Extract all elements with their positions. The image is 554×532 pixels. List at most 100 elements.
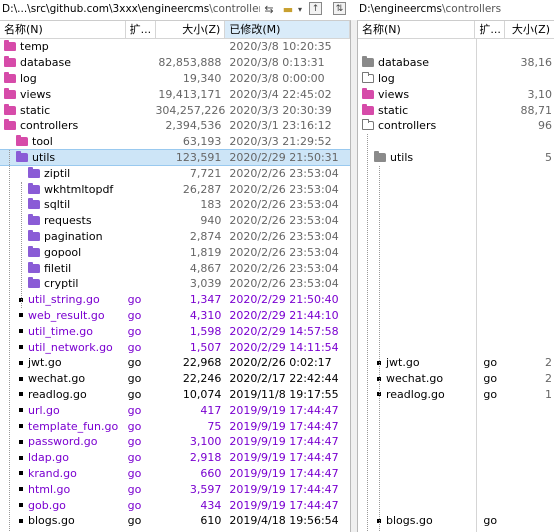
right-file-pane[interactable]: 名称(N) 扩... 大小(Z) database 38,16 log views 3,… [357,20,554,532]
name-cell: sqltil [0,198,126,211]
left-path-bar[interactable]: D:\...\src\github.com\3xxx\engineercms \c… [0,0,260,18]
file-row[interactable]: web_result.go go 4,310 2020/2/29 21:44:10 [0,308,350,324]
folder-row[interactable]: views 19,413,171 2020/3/4 22:45:02 [0,86,350,102]
right-header-ext[interactable]: 扩... [475,21,506,38]
file-icon [19,376,23,381]
name-cell: log [0,71,126,85]
file-row[interactable]: util_string.go go 1,347 2020/2/29 21:50:40 [0,292,350,308]
modified-date: 2020/2/29 21:50:31 [229,150,339,164]
folder-row[interactable]: database 82,853,888 2020/3/8 0:13:31 [0,55,350,71]
folder-icon [28,214,40,226]
file-size: 123,591 [175,150,222,164]
name-cell: cryptil [0,277,126,290]
file-extension: go [127,372,142,386]
name-cell: utils [358,150,475,164]
file-name: requests [44,214,92,228]
folder-icon [28,261,40,273]
header-size[interactable]: 大小(Z) [156,21,226,38]
folder-row[interactable]: log 19,340 2020/3/8 0:00:00 [0,71,350,87]
file-row[interactable]: html.go go 3,597 2019/9/19 17:44:47 [0,481,350,497]
file-extension: go [483,372,498,386]
file-row[interactable]: url.go go 417 2019/9/19 17:44:47 [0,402,350,418]
folder-row[interactable]: database 38,16 [358,55,554,71]
folder-row[interactable]: views 3,10 [358,86,554,102]
modified-date: 2020/2/26 23:53:04 [229,198,339,212]
dropdown-chevron-icon[interactable]: ▾ [296,2,304,16]
file-row[interactable]: wechat.go go 2 [358,371,554,387]
folder-row[interactable]: log [358,71,554,87]
modified-date: 2020/2/26 23:53:04 [229,214,339,228]
file-row[interactable]: util_time.go go 1,598 2020/2/29 14:57:58 [0,323,350,339]
folder-row[interactable]: ziptil 7,721 2020/2/26 23:53:04 [0,165,350,181]
file-row[interactable]: wechat.go go 22,246 2020/2/17 22:42:44 [0,371,350,387]
file-icon [19,424,23,429]
open-folder-icon[interactable]: ▬ [280,2,296,16]
folder-row[interactable]: tool 63,193 2020/3/3 21:29:52 [0,134,350,150]
file-row[interactable]: jwt.go go 2 [358,355,554,371]
file-row[interactable]: gob.go go 434 2019/9/19 17:44:47 [0,497,350,513]
file-size: 3,597 [189,482,222,496]
folder-row[interactable]: gopool 1,819 2020/2/26 23:53:04 [0,244,350,260]
empty-row [358,308,554,324]
name-cell: log [358,71,475,85]
sync-folders-icon[interactable]: ⇅ [333,2,346,15]
file-size: 10,074 [182,387,222,401]
file-name: static [20,103,51,117]
empty-row [358,466,554,482]
file-name: gob.go [28,498,66,512]
folder-row[interactable]: wkhtmltopdf 26,287 2020/2/26 23:53:04 [0,181,350,197]
folder-icon [4,56,16,68]
file-row[interactable]: jwt.go go 22,968 2020/2/26 0:02:17 [0,355,350,371]
file-row[interactable]: readlog.go go 10,074 2019/11/8 19:17:55 [0,387,350,403]
folder-row[interactable]: filetil 4,867 2020/2/26 23:53:04 [0,260,350,276]
folder-row[interactable]: sqltil 183 2020/2/26 23:53:04 [0,197,350,213]
empty-row [358,165,554,181]
up-folder-icon[interactable]: ↑ [309,2,322,15]
empty-row [358,418,554,434]
right-path-bar[interactable]: D:\engineercms \controllers [357,0,554,18]
file-icon [19,392,23,397]
folder-row[interactable]: static 88,71 [358,102,554,118]
folder-row[interactable]: static 304,257,226 2020/3/3 20:30:39 [0,102,350,118]
file-row[interactable]: blogs.go go [358,513,554,529]
modified-date: 2020/2/29 21:44:10 [229,308,339,322]
file-size: 1,819 [189,245,222,259]
file-name: readlog.go [386,387,445,401]
file-row[interactable]: util_network.go go 1,507 2020/2/29 14:11:54 [0,339,350,355]
file-size: 1,347 [189,293,222,307]
file-row[interactable]: krand.go go 660 2019/9/19 17:44:47 [0,466,350,482]
folder-row[interactable]: controllers 96 [358,118,554,134]
swap-icon[interactable]: ⇆ [262,2,276,16]
folder-icon [28,198,40,210]
right-header-size[interactable]: 大小(Z) [505,21,554,38]
folder-row[interactable]: pagination 2,874 2020/2/26 23:53:04 [0,229,350,245]
name-cell: static [0,103,126,117]
right-header-name[interactable]: 名称(N) [358,21,476,38]
file-row[interactable]: password.go go 3,100 2019/9/19 17:44:47 [0,434,350,450]
folder-row[interactable]: utils 5 [358,150,554,166]
header-ext[interactable]: 扩... [126,21,156,38]
folder-row[interactable]: utils 123,591 2020/2/29 21:50:31 [0,148,350,167]
empty-row [358,134,554,150]
file-row[interactable]: ldap.go go 2,918 2019/9/19 17:44:47 [0,450,350,466]
folder-row[interactable]: controllers 2,394,536 2020/3/1 23:16:12 [0,118,350,134]
file-name: log [378,71,395,85]
folder-row[interactable]: temp 2020/3/8 10:20:35 [0,39,350,55]
folder-row[interactable]: requests 940 2020/2/26 23:53:04 [0,213,350,229]
header-name[interactable]: 名称(N) [0,21,126,38]
file-size: 3,039 [189,277,222,291]
file-row[interactable]: readlog.go go 1 [358,387,554,403]
right-file-list: database 38,16 log views 3,10 static 88,71 cont… [358,39,554,532]
header-modified[interactable]: 已修改(M) [225,21,350,38]
file-extension: go [127,419,142,433]
file-size: 3,100 [189,435,222,449]
folder-row[interactable]: cryptil 3,039 2020/2/26 23:53:04 [0,276,350,292]
modified-date: 2020/2/17 22:42:44 [229,372,339,386]
file-row[interactable]: blogs.go go 610 2019/4/18 19:56:54 [0,513,350,529]
empty-row [358,450,554,466]
name-cell: filetil [0,261,126,275]
left-file-pane[interactable]: 名称(N) 扩... 大小(Z) 已修改(M) temp 2020/3/8 10:… [0,20,351,532]
file-row[interactable]: template_fun.go go 75 2019/9/19 17:44:47 [0,418,350,434]
file-extension: go [483,387,498,401]
empty-row [358,292,554,308]
